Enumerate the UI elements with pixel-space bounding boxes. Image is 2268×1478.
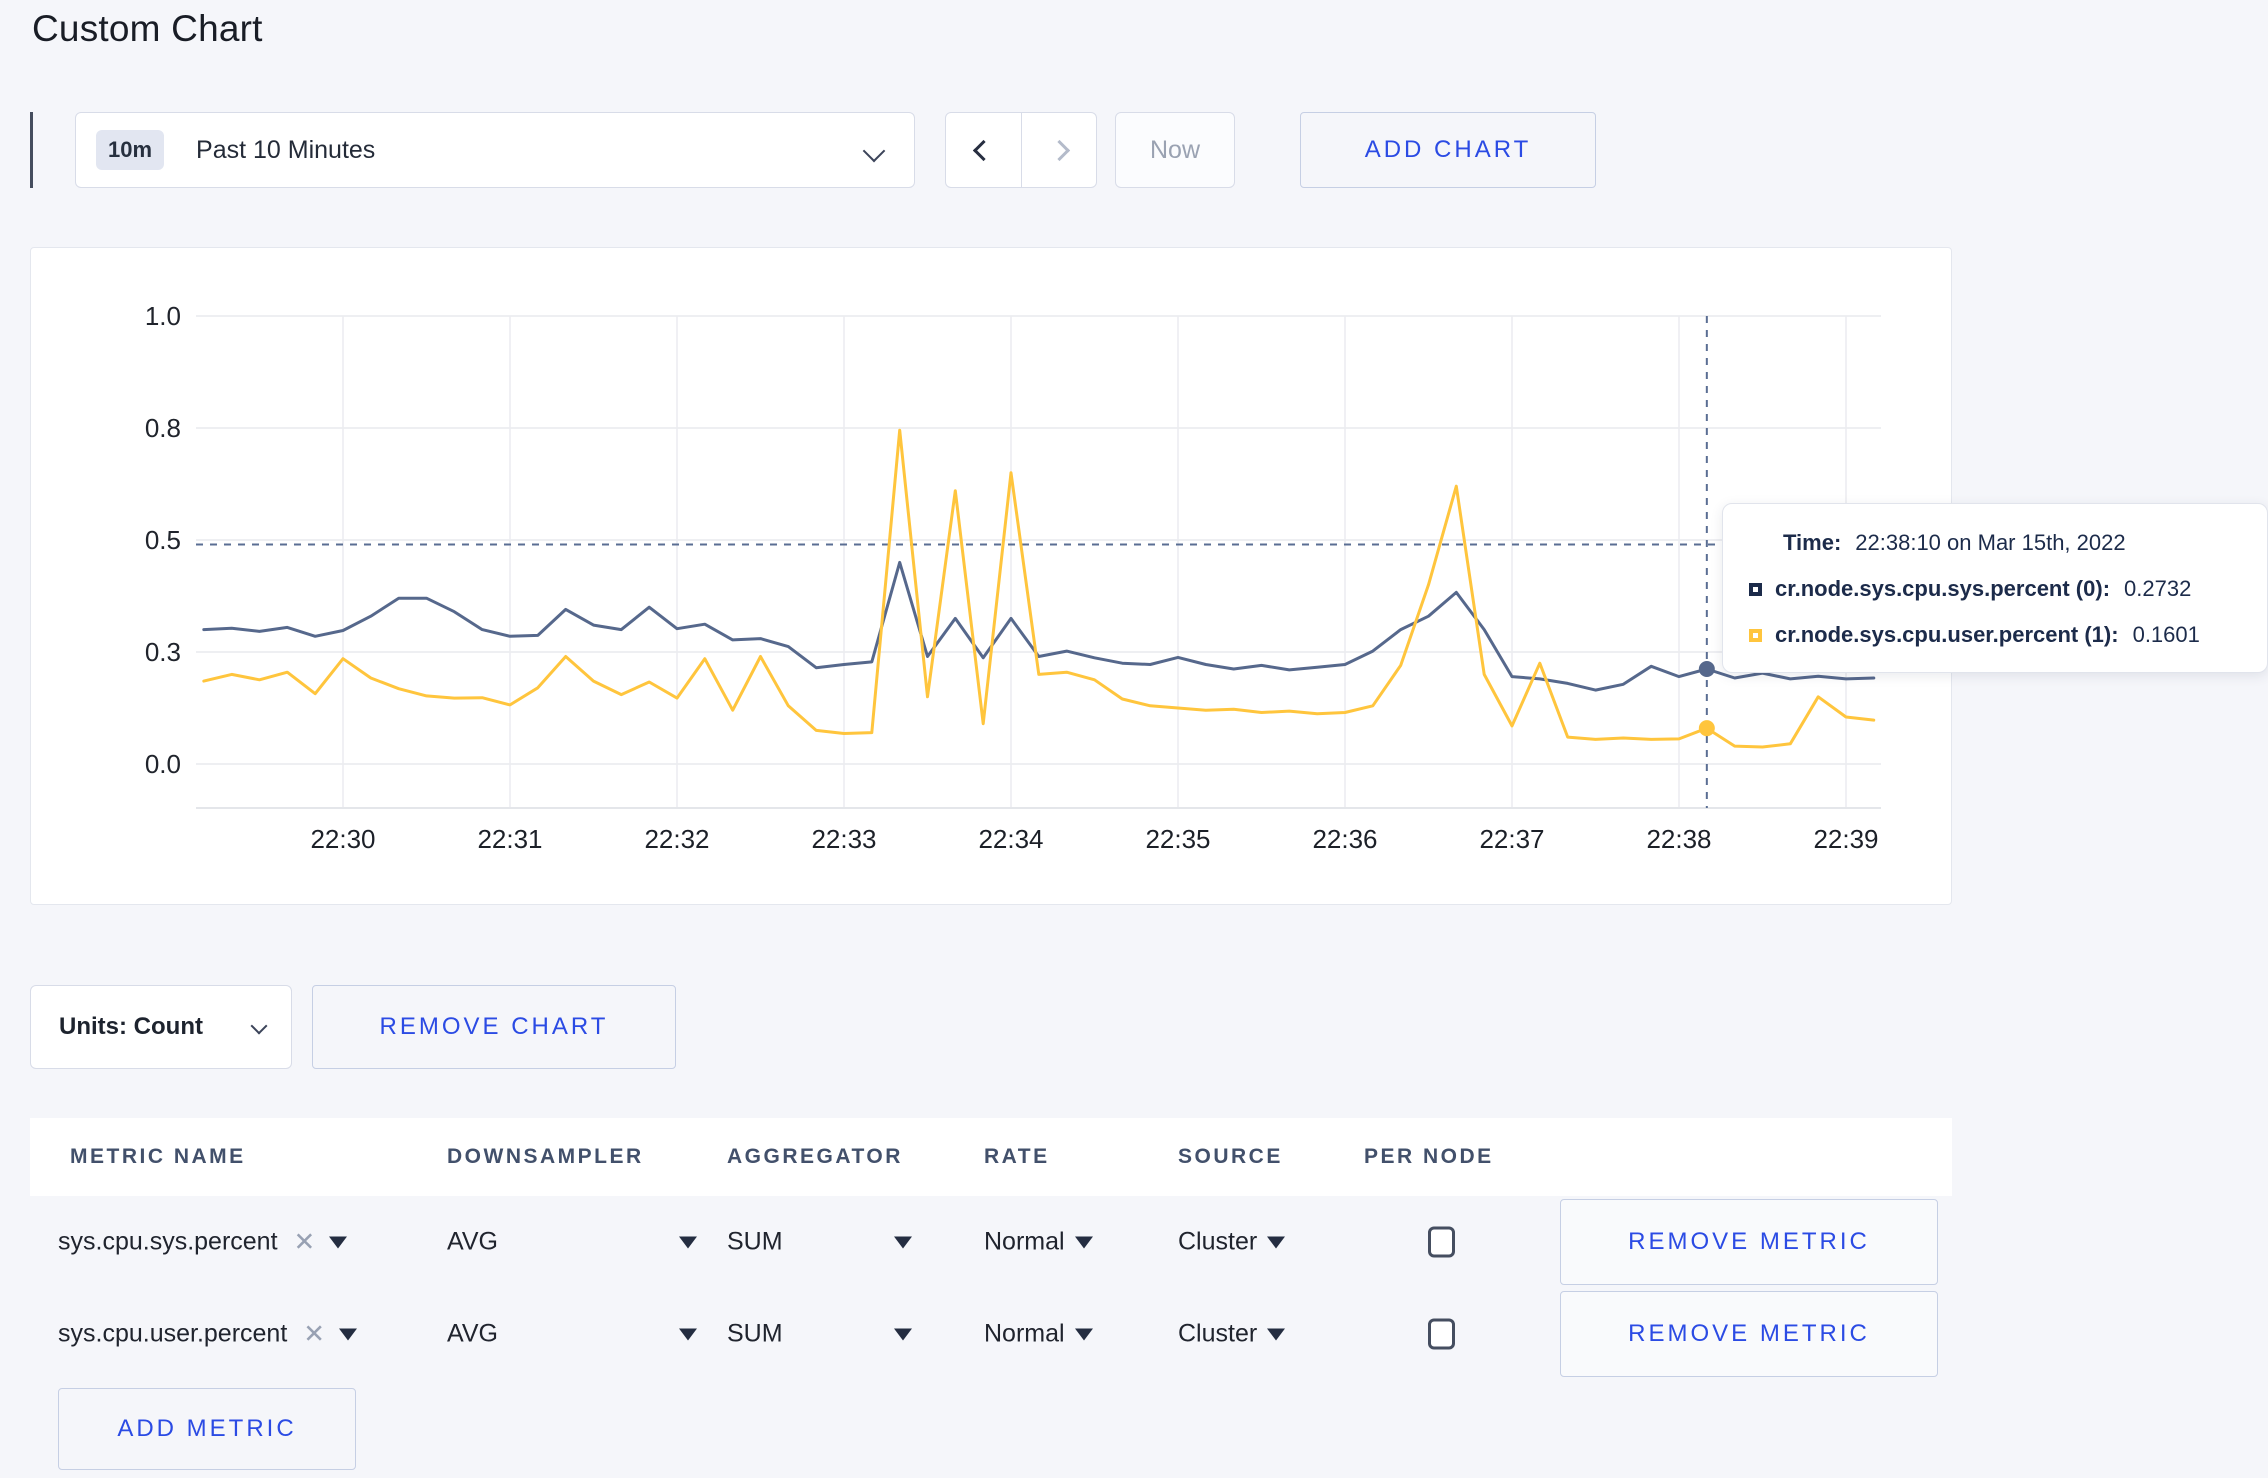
downsampler-value: AVG bbox=[447, 1227, 498, 1256]
time-range-badge: 10m bbox=[96, 130, 165, 170]
chevron-down-icon bbox=[862, 139, 886, 163]
tooltip-time-row: Time: 22:38:10 on Mar 15th, 2022 bbox=[1749, 530, 2237, 556]
step-back-button[interactable] bbox=[946, 113, 1021, 187]
svg-text:22:30: 22:30 bbox=[310, 824, 375, 854]
chevron-down-icon bbox=[250, 1017, 268, 1035]
downsampler-value: AVG bbox=[447, 1319, 498, 1348]
svg-text:22:35: 22:35 bbox=[1145, 824, 1210, 854]
step-forward-button[interactable] bbox=[1021, 113, 1096, 187]
remove-metric-button[interactable]: REMOVE METRIC bbox=[1560, 1291, 1938, 1377]
downsampler-select[interactable]: AVG bbox=[447, 1228, 697, 1257]
chart-card: 0.0 0.3 0.5 0.8 1.0 22:30 22:31 22:32 22:33 22:34… bbox=[30, 247, 1952, 905]
svg-text:1.0: 1.0 bbox=[145, 301, 181, 331]
rate-value: Normal bbox=[984, 1227, 1065, 1256]
metric-row: sys.cpu.user.percent ✕ AVG SUM Normal Cl… bbox=[30, 1288, 1952, 1380]
remove-chart-button[interactable]: REMOVE CHART bbox=[312, 985, 676, 1069]
svg-text:0.3: 0.3 bbox=[145, 637, 181, 667]
now-button[interactable]: Now bbox=[1115, 112, 1235, 188]
dropdown-arrow-icon[interactable] bbox=[339, 1328, 358, 1340]
aggregator-select[interactable]: SUM bbox=[727, 1320, 912, 1349]
metric-name-select[interactable]: sys.cpu.sys.percent ✕ bbox=[58, 1227, 348, 1258]
col-header-rate: RATE bbox=[984, 1145, 1050, 1168]
dropdown-arrow-icon bbox=[894, 1236, 912, 1248]
units-label: Units: Count bbox=[59, 1013, 203, 1040]
svg-text:22:39: 22:39 bbox=[1813, 824, 1878, 854]
tooltip-series-value: 0.2732 bbox=[2124, 576, 2192, 601]
tooltip-series-row: cr.node.sys.cpu.sys.percent (0): 0.2732 bbox=[1749, 576, 2237, 602]
source-select[interactable]: Cluster bbox=[1178, 1319, 1286, 1349]
tooltip-series-name: cr.node.sys.cpu.user.percent (1): bbox=[1775, 622, 2119, 647]
tooltip-series-name: cr.node.sys.cpu.sys.percent (0): bbox=[1775, 576, 2111, 601]
rate-select[interactable]: Normal bbox=[984, 1228, 1093, 1257]
svg-text:22:37: 22:37 bbox=[1479, 824, 1544, 854]
metric-name-select[interactable]: sys.cpu.user.percent ✕ bbox=[58, 1319, 358, 1350]
col-header-source: SOURCE bbox=[1178, 1145, 1283, 1168]
add-metric-button[interactable]: ADD METRIC bbox=[58, 1388, 356, 1470]
col-header-downsampler: DOWNSAMPLER bbox=[447, 1145, 644, 1168]
tooltip-time-value: 22:38:10 on Mar 15th, 2022 bbox=[1855, 530, 2126, 555]
aggregator-value: SUM bbox=[727, 1227, 783, 1256]
per-node-checkbox[interactable] bbox=[1428, 1226, 1455, 1258]
rate-value: Normal bbox=[984, 1319, 1065, 1348]
col-header-metric-name: METRIC NAME bbox=[70, 1145, 246, 1168]
clear-metric-icon[interactable]: ✕ bbox=[294, 1227, 316, 1258]
dropdown-arrow-icon[interactable] bbox=[329, 1236, 348, 1248]
metric-name-value: sys.cpu.sys.percent bbox=[58, 1227, 278, 1256]
chevron-left-icon bbox=[972, 139, 995, 161]
svg-text:22:36: 22:36 bbox=[1312, 824, 1377, 854]
rate-select[interactable]: Normal bbox=[984, 1320, 1093, 1349]
dropdown-arrow-icon bbox=[1074, 1328, 1093, 1340]
time-range-select[interactable]: 10m Past 10 Minutes bbox=[75, 112, 915, 188]
remove-metric-button[interactable]: REMOVE METRIC bbox=[1560, 1199, 1938, 1285]
source-value: Cluster bbox=[1178, 1227, 1258, 1256]
chart-tooltip: Time: 22:38:10 on Mar 15th, 2022 cr.node… bbox=[1722, 503, 2268, 673]
tooltip-time-label: Time: bbox=[1783, 530, 1842, 555]
svg-text:22:31: 22:31 bbox=[477, 824, 542, 854]
metric-row: sys.cpu.sys.percent ✕ AVG SUM Normal Clu… bbox=[30, 1196, 1952, 1288]
aggregator-select[interactable]: SUM bbox=[727, 1228, 912, 1257]
time-range-label: Past 10 Minutes bbox=[196, 135, 376, 164]
chart-svg[interactable]: 0.0 0.3 0.5 0.8 1.0 22:30 22:31 22:32 22:33 22:34… bbox=[31, 248, 1953, 906]
svg-text:22:33: 22:33 bbox=[811, 824, 876, 854]
dropdown-arrow-icon bbox=[1267, 1328, 1286, 1340]
metrics-table-header: METRIC NAME DOWNSAMPLER AGGREGATOR RATE … bbox=[30, 1118, 1952, 1196]
source-select[interactable]: Cluster bbox=[1178, 1227, 1286, 1257]
svg-text:22:32: 22:32 bbox=[644, 824, 709, 854]
tooltip-series-value: 0.1601 bbox=[2132, 622, 2200, 647]
chart-section: 0.0 0.3 0.5 0.8 1.0 22:30 22:31 22:32 22:33 22:34… bbox=[30, 247, 2268, 907]
tooltip-series-row: cr.node.sys.cpu.user.percent (1): 0.1601 bbox=[1749, 622, 2237, 648]
downsampler-select[interactable]: AVG bbox=[447, 1320, 697, 1349]
dropdown-arrow-icon bbox=[1267, 1236, 1286, 1248]
units-select[interactable]: Units: Count bbox=[30, 985, 292, 1069]
toolbar-left-rule bbox=[30, 112, 33, 188]
metric-name-value: sys.cpu.user.percent bbox=[58, 1319, 288, 1348]
time-step-arrows bbox=[945, 112, 1097, 188]
svg-text:0.0: 0.0 bbox=[145, 749, 181, 779]
svg-text:22:34: 22:34 bbox=[978, 824, 1043, 854]
svg-text:0.5: 0.5 bbox=[145, 525, 181, 555]
source-value: Cluster bbox=[1178, 1319, 1258, 1348]
aggregator-value: SUM bbox=[727, 1319, 783, 1348]
col-header-per-node: PER NODE bbox=[1364, 1145, 1494, 1168]
svg-text:0.8: 0.8 bbox=[145, 413, 181, 443]
clear-metric-icon[interactable]: ✕ bbox=[303, 1319, 325, 1350]
series-swatch-icon bbox=[1749, 628, 1762, 642]
dropdown-arrow-icon bbox=[679, 1236, 697, 1248]
add-chart-button[interactable]: ADD CHART bbox=[1300, 112, 1596, 188]
dropdown-arrow-icon bbox=[894, 1328, 912, 1340]
dropdown-arrow-icon bbox=[679, 1328, 697, 1340]
per-node-checkbox[interactable] bbox=[1428, 1318, 1455, 1350]
page-title: Custom Chart bbox=[32, 8, 263, 49]
dropdown-arrow-icon bbox=[1074, 1236, 1093, 1248]
svg-text:22:38: 22:38 bbox=[1646, 824, 1711, 854]
chevron-right-icon bbox=[1048, 139, 1070, 161]
col-header-aggregator: AGGREGATOR bbox=[727, 1145, 903, 1168]
series-swatch-icon bbox=[1749, 582, 1762, 596]
